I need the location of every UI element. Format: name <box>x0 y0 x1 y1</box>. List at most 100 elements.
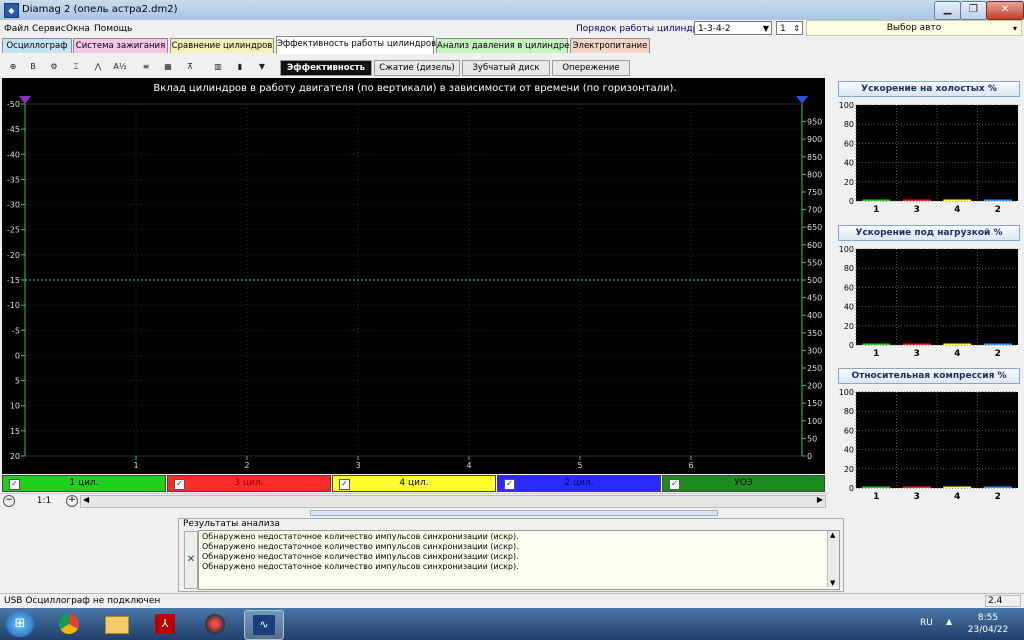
y-right-tick-label: 800 <box>807 170 822 179</box>
clear-results-button[interactable]: ✕ <box>184 531 198 589</box>
alg-icon[interactable]: A½ <box>111 58 129 75</box>
app-icon: ◆ <box>4 3 19 18</box>
side-y-tick-label: 20 <box>844 322 854 331</box>
checkbox-icon[interactable]: ✓ <box>669 479 680 490</box>
legend-item[interactable]: ✓ 2 цил. <box>497 475 661 492</box>
menu-help[interactable]: Помощь <box>94 24 132 34</box>
tab-3[interactable]: Сравнение цилиндров <box>170 38 274 53</box>
legend-item[interactable]: ✓ УОЗ <box>662 475 825 492</box>
checkbox-icon[interactable]: ✓ <box>174 479 185 490</box>
y-right-tick-label: 450 <box>807 294 822 303</box>
side-category-label: 2 <box>995 492 1001 501</box>
y-left-tick-label: -30 <box>7 201 20 210</box>
side-y-tick-label: 60 <box>844 426 854 435</box>
tray-arrow-icon[interactable]: ▲ <box>946 617 952 626</box>
tab-2[interactable]: Система зажигания <box>73 38 168 53</box>
bold-icon[interactable]: B <box>24 58 42 75</box>
funnel-icon[interactable]: ▼ <box>253 58 271 75</box>
side-bar <box>983 343 1012 345</box>
side-category-label: 3 <box>914 492 920 501</box>
taskbar-explorer[interactable] <box>98 610 136 638</box>
side-category-label: 3 <box>914 349 920 358</box>
side-bar <box>943 343 972 345</box>
scroll-right-icon[interactable]: ▶ <box>817 495 823 504</box>
maximize-button[interactable]: ❐ <box>960 1 987 20</box>
tab-4[interactable]: Эффективность работы цилиндров <box>276 36 436 54</box>
stats-icon[interactable]: ▥ <box>209 58 227 75</box>
spinner-icon: ⇕ <box>793 24 800 33</box>
minimize-button[interactable]: ▁ <box>934 1 961 20</box>
zoom-icon[interactable]: ⊕ <box>4 58 22 75</box>
cylinder-order-select[interactable]: 1-3-4-2 ▼ <box>694 21 772 35</box>
checkbox-icon[interactable]: ✓ <box>9 479 20 490</box>
cylinder-number-value: 1 <box>780 24 786 34</box>
zoom-level: 1:1 <box>36 496 52 506</box>
y-right-tick-label: 200 <box>807 382 822 391</box>
language-indicator[interactable]: RU <box>920 618 933 628</box>
menu-windows[interactable]: Окна <box>66 24 90 34</box>
tab-5[interactable]: Анализ давления в цилиндре <box>436 38 569 53</box>
taskbar-chrome[interactable] <box>50 610 88 638</box>
clock-time[interactable]: 8:55 <box>960 613 1016 623</box>
side-chart-title: Ускорение под нагрузкой % <box>838 225 1020 241</box>
taskbar-pdf[interactable]: ⅄ <box>146 610 184 638</box>
y-right-tick-label: 500 <box>807 276 822 285</box>
wave-icon[interactable]: ⋀ <box>89 58 107 75</box>
results-scrollbar[interactable]: ▲ ▼ <box>827 531 839 587</box>
y-left-tick-label: -25 <box>7 226 20 235</box>
subtab-3[interactable]: Зубчатый диск <box>462 60 550 76</box>
taskbar-diamag[interactable]: ∿ <box>244 610 284 640</box>
side-y-tick-label: 100 <box>839 101 854 110</box>
menu-file[interactable]: Файл <box>4 24 29 34</box>
scroll-down-icon[interactable]: ▼ <box>830 579 835 587</box>
scroll-up-icon[interactable]: ▲ <box>830 531 835 539</box>
start-button[interactable]: ⊞ <box>6 611 34 637</box>
close-button[interactable]: ✕ <box>986 1 1024 20</box>
side-bar <box>943 486 972 488</box>
side-category-label: 1 <box>873 349 879 358</box>
zoom-in-icon[interactable]: + <box>66 495 78 507</box>
horizontal-scrollbar[interactable]: ◀ ▶ <box>80 495 826 508</box>
chevron-down-icon: ▼ <box>762 24 769 33</box>
side-chart: 100 80 60 40 20 0 1 3 4 2 <box>838 386 1020 502</box>
subtab-1[interactable]: Эффективность <box>280 60 372 76</box>
clock-date[interactable]: 23/04/22 <box>960 625 1016 635</box>
results-list[interactable]: Обнаружено недостаточное количество импу… <box>198 530 840 590</box>
bars-icon[interactable]: ▮ <box>231 58 249 75</box>
gear-icon[interactable]: ⚙ <box>45 58 63 75</box>
filter-icon[interactable]: ≡ <box>137 58 155 75</box>
y-right-tick-label: 350 <box>807 329 822 338</box>
side-y-tick-label: 40 <box>844 303 854 312</box>
car-select[interactable]: Выбор авто ▾ <box>806 20 1022 36</box>
legend-item[interactable]: ✓ 4 цил. <box>332 475 496 492</box>
side-y-tick-label: 0 <box>849 197 854 206</box>
checkbox-icon[interactable]: ✓ <box>339 479 350 490</box>
side-bar <box>943 199 972 201</box>
tab-1[interactable]: Осциллограф <box>2 38 72 53</box>
y-right-tick-label: 850 <box>807 153 822 162</box>
menu-service[interactable]: Сервис <box>32 24 66 34</box>
zoom-out-icon[interactable]: − <box>3 495 15 507</box>
grid-icon[interactable]: ▦ <box>159 58 177 75</box>
tab-6[interactable]: Электропитание <box>570 38 650 53</box>
side-category-label: 4 <box>954 492 960 501</box>
y-right-tick-label: 250 <box>807 364 822 373</box>
efficiency-chart[interactable]: -50 -45 -40 -35 -30 -25 -20 -15 -10 -5 0 5 10 15 20 950… <box>2 78 825 474</box>
results-title: Результаты анализа <box>183 519 280 529</box>
subtab-2[interactable]: Сжатие (дизель) <box>374 60 460 76</box>
splitter-handle[interactable] <box>310 510 718 516</box>
side-bar <box>902 486 931 488</box>
scroll-left-icon[interactable]: ◀ <box>83 495 89 504</box>
left-marker-icon <box>19 96 31 104</box>
taskbar-media[interactable] <box>196 610 234 638</box>
side-bar <box>902 343 931 345</box>
subtab-4[interactable]: Опережение <box>552 60 630 76</box>
side-category-label: 2 <box>995 205 1001 214</box>
legend-item[interactable]: ✓ 3 цил. <box>167 475 331 492</box>
cursor-icon[interactable]: ⌶ <box>67 58 85 75</box>
marker-icon[interactable]: ⊼ <box>181 58 199 75</box>
legend-item[interactable]: ✓ 1 цил. <box>2 475 166 492</box>
y-right-tick-label: 150 <box>807 399 822 408</box>
checkbox-icon[interactable]: ✓ <box>504 479 515 490</box>
cylinder-number-spinner[interactable]: 1 ⇕ <box>776 21 803 35</box>
